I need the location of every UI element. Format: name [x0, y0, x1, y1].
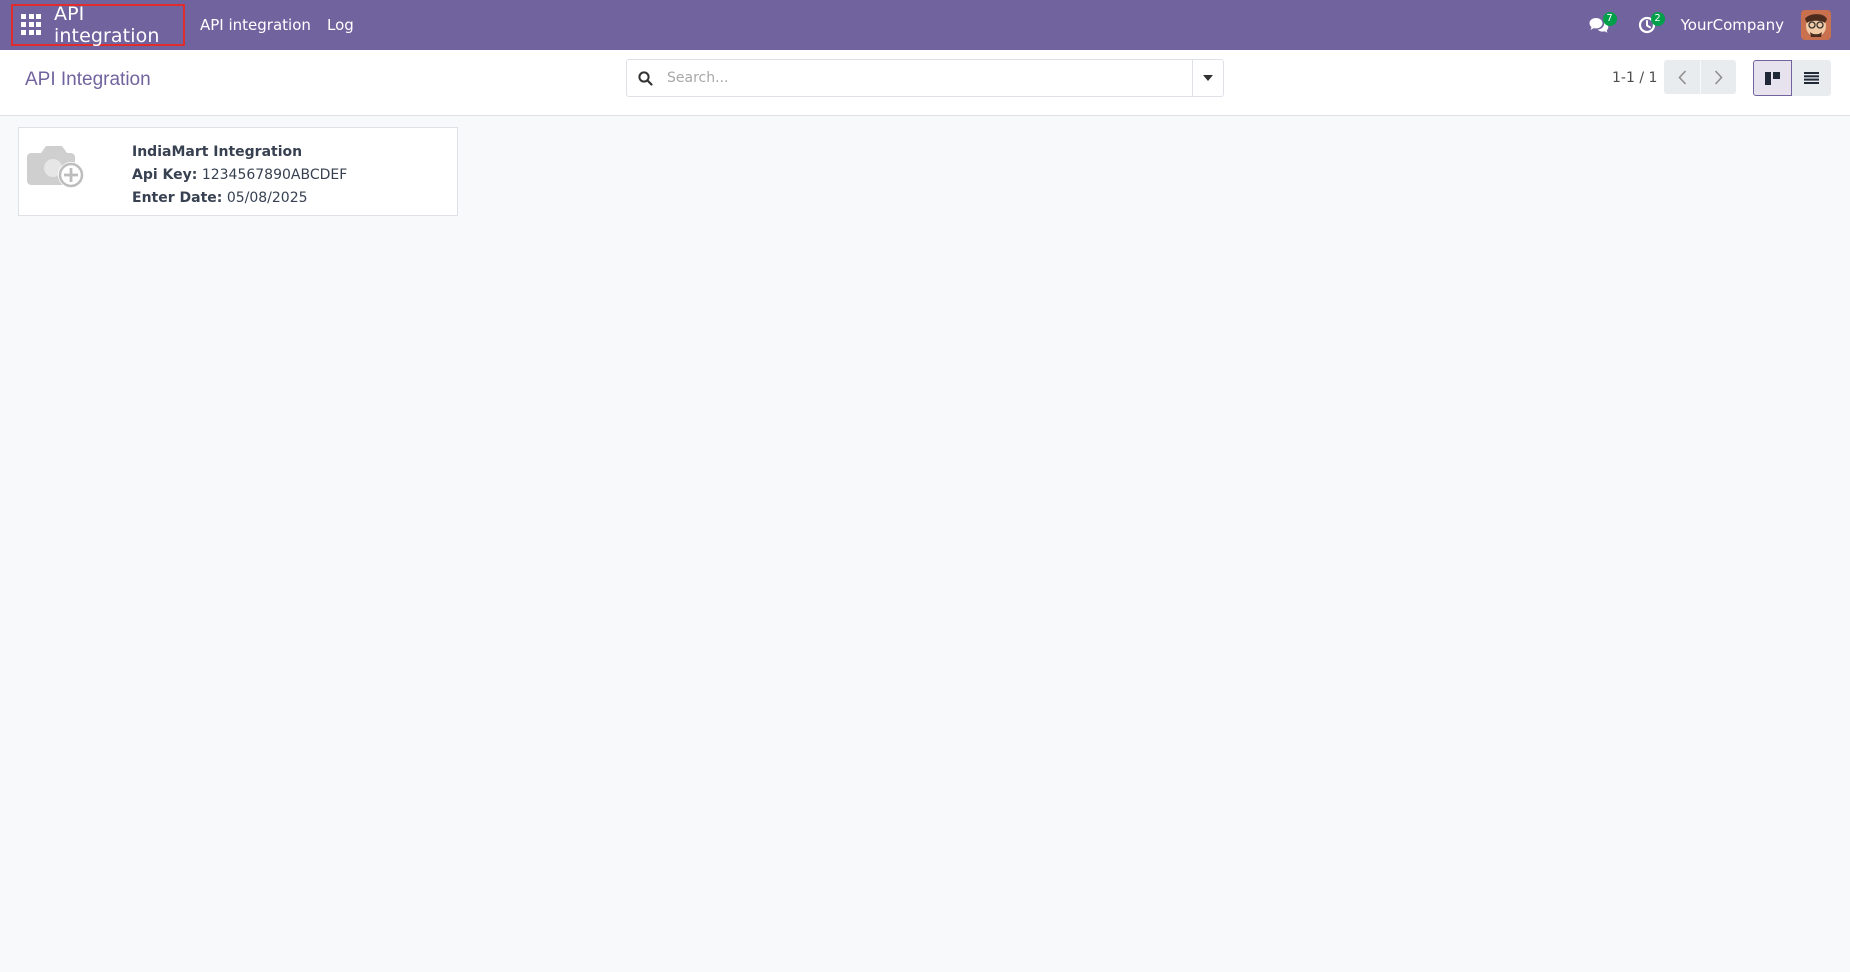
enter-date-label: Enter Date: [132, 190, 223, 206]
kanban-card[interactable]: IndiaMart Integration Api Key: 123456789… [18, 127, 458, 216]
chevron-left-icon [1677, 69, 1686, 85]
control-panel: API Integration 1-1 / 1 [0, 50, 1850, 116]
search-box [626, 59, 1224, 97]
camera-plus-icon [27, 139, 89, 193]
menu-api-integration[interactable]: API integration [200, 0, 311, 50]
app-menu-button[interactable]: API integration [11, 3, 185, 47]
company-switcher[interactable]: YourCompany [1681, 16, 1784, 34]
enter-date-row: Enter Date: 05/08/2025 [132, 187, 347, 210]
top-navbar: API integration API integration Log 7 2 … [0, 0, 1850, 50]
api-key-row: Api Key: 1234567890ABCDEF [132, 164, 347, 187]
activities-button[interactable]: 2 [1623, 0, 1671, 50]
app-name: API integration [54, 3, 160, 47]
list-view-icon [1804, 72, 1819, 84]
enter-date-value: 05/08/2025 [226, 190, 308, 206]
pager-next-button[interactable] [1700, 60, 1736, 94]
apps-grid-icon [21, 14, 41, 36]
caret-down-icon [1203, 75, 1213, 81]
api-key-label: Api Key: [132, 167, 198, 183]
messages-button[interactable]: 7 [1575, 0, 1623, 50]
page-title: API Integration [25, 69, 151, 90]
activities-count-badge: 2 [1650, 12, 1665, 26]
chevron-right-icon [1714, 69, 1723, 85]
systray: 7 2 YourCompany [1575, 0, 1850, 50]
record-name: IndiaMart Integration [132, 144, 303, 160]
search-options-toggle[interactable] [1192, 60, 1223, 96]
pager-previous-button[interactable] [1664, 60, 1700, 94]
menu-log[interactable]: Log [327, 0, 354, 50]
pager-value[interactable]: 1-1 / 1 [1612, 70, 1657, 86]
kanban-view-icon [1765, 71, 1780, 85]
search-input[interactable] [663, 60, 1192, 96]
messages-count-badge: 7 [1602, 12, 1617, 26]
list-view-button[interactable] [1792, 60, 1831, 96]
kanban-view-button[interactable] [1753, 60, 1792, 96]
search-icon [627, 60, 663, 96]
api-key-value: 1234567890ABCDEF [201, 167, 348, 183]
user-avatar[interactable] [1801, 10, 1831, 40]
card-body: IndiaMart Integration Api Key: 123456789… [132, 141, 347, 210]
